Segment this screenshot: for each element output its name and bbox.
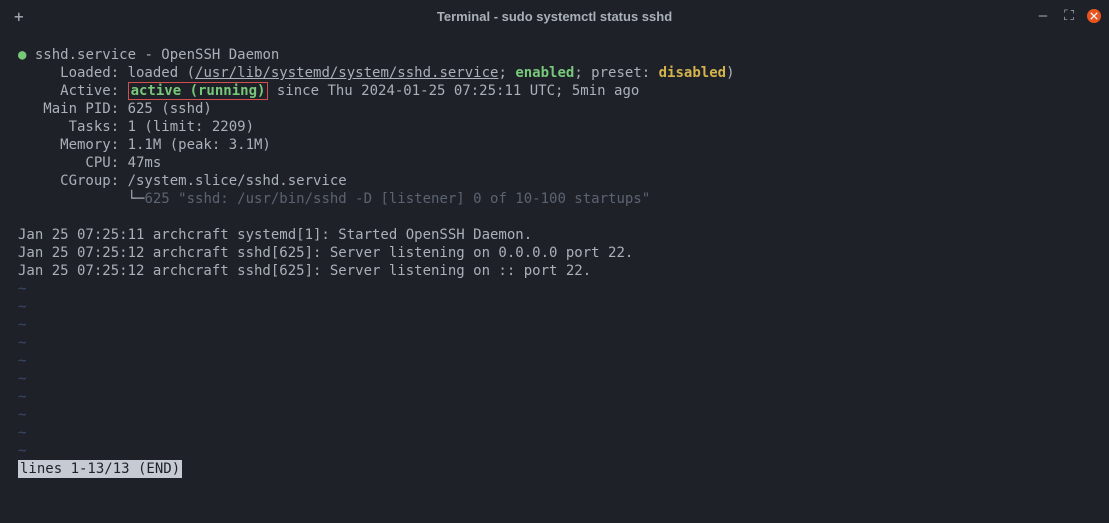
tree-process: 625 "sshd: /usr/bin/sshd -D [listener] 0… <box>144 191 650 207</box>
tilde-line: ~ <box>18 371 26 387</box>
pager-status: lines 1-13/13 (END) <box>18 460 182 478</box>
enabled-text: enabled <box>515 65 574 81</box>
loaded-path: /usr/lib/systemd/system/sshd.service <box>195 65 498 81</box>
cpu-line: CPU: 47ms <box>18 155 161 171</box>
minimize-button[interactable]: — <box>1035 8 1051 24</box>
window-controls: — ⛶ <box>1035 8 1101 24</box>
log-line: Jan 25 07:25:12 archcraft sshd[625]: Ser… <box>18 245 633 261</box>
close-icon <box>1090 12 1098 20</box>
tilde-line: ~ <box>18 299 26 315</box>
new-tab-button[interactable]: + <box>8 7 30 26</box>
disabled-text: disabled <box>659 65 726 81</box>
service-header: sshd.service - OpenSSH Daemon <box>26 47 279 63</box>
log-line: Jan 25 07:25:11 archcraft systemd[1]: St… <box>18 227 532 243</box>
preset-label: ; preset: <box>574 65 658 81</box>
tilde-line: ~ <box>18 281 26 297</box>
maximize-button[interactable]: ⛶ <box>1061 8 1077 24</box>
tilde-line: ~ <box>18 443 26 459</box>
active-status: active (running) <box>131 83 266 99</box>
terminal-window: + Terminal - sudo systemctl status sshd … <box>0 0 1109 523</box>
tasks-line: Tasks: 1 (limit: 2209) <box>18 119 254 135</box>
tilde-line: ~ <box>18 389 26 405</box>
titlebar: + Terminal - sudo systemctl status sshd … <box>0 0 1109 32</box>
loaded-sep: ; <box>498 65 515 81</box>
loaded-label: Loaded: <box>18 65 128 81</box>
active-highlight-box: active (running) <box>128 82 269 100</box>
active-since: since Thu 2024-01-25 07:25:11 UTC; 5min … <box>268 83 639 99</box>
tilde-line: ~ <box>18 335 26 351</box>
main-pid-line: Main PID: 625 (sshd) <box>18 101 212 117</box>
loaded-prefix: loaded ( <box>128 65 195 81</box>
window-title: Terminal - sudo systemctl status sshd <box>437 9 672 24</box>
log-line: Jan 25 07:25:12 archcraft sshd[625]: Ser… <box>18 263 591 279</box>
tilde-line: ~ <box>18 407 26 423</box>
tree-branch: └─ <box>18 191 144 207</box>
memory-line: Memory: 1.1M (peak: 3.1M) <box>18 137 271 153</box>
cgroup-line: CGroup: /system.slice/sshd.service <box>18 173 347 189</box>
tilde-line: ~ <box>18 353 26 369</box>
close-button[interactable] <box>1087 9 1101 23</box>
tilde-line: ~ <box>18 425 26 441</box>
terminal-output[interactable]: ● sshd.service - OpenSSH Daemon Loaded: … <box>0 32 1109 523</box>
loaded-close: ) <box>726 65 734 81</box>
active-label: Active: <box>18 83 128 99</box>
tilde-line: ~ <box>18 317 26 333</box>
